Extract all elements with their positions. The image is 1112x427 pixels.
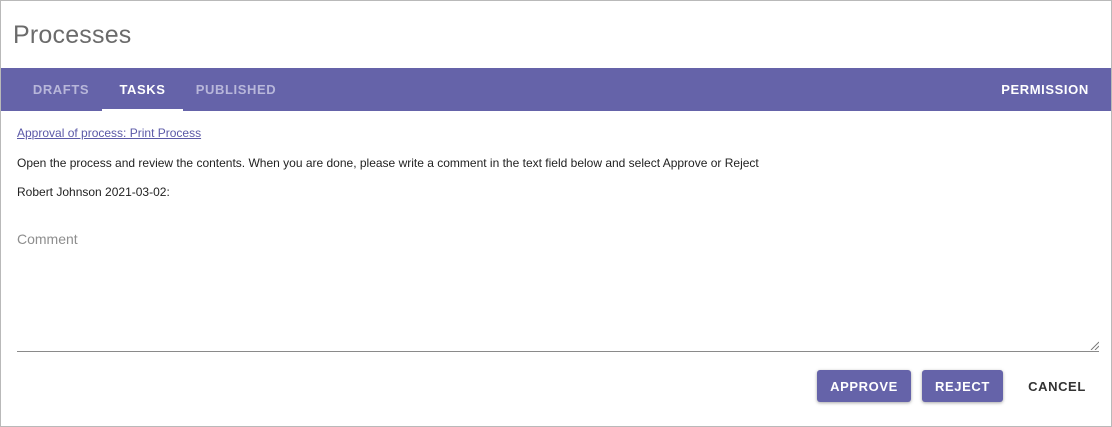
task-author-line: Robert Johnson 2021-03-02: — [17, 185, 170, 199]
tab-tasks[interactable]: TASKS — [102, 68, 183, 111]
page-title: Processes — [13, 21, 132, 49]
process-approval-link[interactable]: Approval of process: Print Process — [17, 126, 201, 140]
reject-button[interactable]: REJECT — [922, 370, 1003, 402]
comment-input[interactable] — [17, 221, 1099, 351]
tab-permission[interactable]: PERMISSION — [989, 68, 1101, 111]
tab-bar: DRAFTS TASKS PUBLISHED PERMISSION — [1, 68, 1111, 111]
cancel-button[interactable]: CANCEL — [1017, 370, 1097, 402]
approve-button[interactable]: APPROVE — [817, 370, 911, 402]
comment-field-container — [17, 221, 1099, 352]
resize-handle-icon[interactable] — [1090, 341, 1099, 350]
active-tab-indicator — [102, 109, 183, 111]
tab-tasks-label: TASKS — [119, 82, 166, 97]
task-description: Open the process and review the contents… — [17, 156, 759, 170]
tab-drafts[interactable]: DRAFTS — [21, 68, 101, 111]
processes-panel: Processes DRAFTS TASKS PUBLISHED PERMISS… — [0, 0, 1112, 427]
tab-published[interactable]: PUBLISHED — [183, 68, 289, 111]
